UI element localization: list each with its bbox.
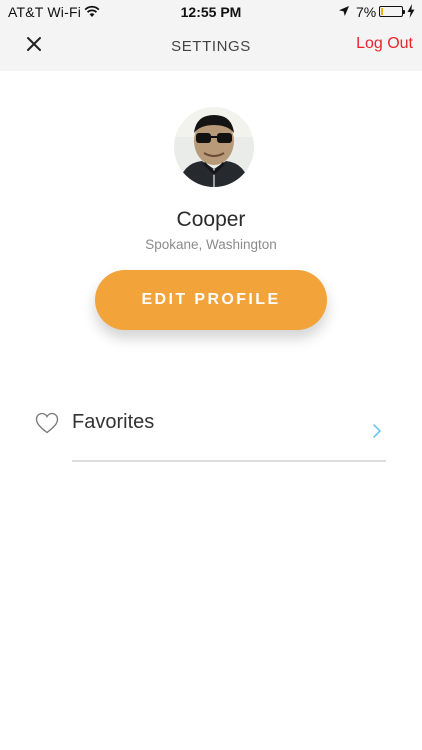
battery-icon bbox=[379, 6, 405, 17]
avatar bbox=[174, 107, 254, 187]
heart-icon bbox=[35, 412, 59, 434]
chevron-right-icon bbox=[373, 424, 381, 438]
battery-percent: 7% bbox=[356, 4, 377, 20]
nav-bar: SETTINGS Log Out bbox=[0, 24, 422, 71]
status-bar: AT&T Wi-Fi 12:55 PM 7% bbox=[0, 0, 422, 24]
logout-button[interactable]: Log Out bbox=[356, 35, 413, 53]
profile-location: Spokane, Washington bbox=[145, 237, 277, 252]
profile-name: Cooper bbox=[176, 208, 246, 231]
settings-screen: AT&T Wi-Fi 12:55 PM 7% SETTINGS Log Out … bbox=[0, 0, 422, 750]
charging-bolt-icon bbox=[407, 4, 415, 18]
edit-profile-button[interactable]: EDIT PROFILE bbox=[95, 270, 327, 330]
profile-photo bbox=[174, 107, 254, 187]
battery-level bbox=[381, 8, 383, 15]
top-bar: AT&T Wi-Fi 12:55 PM 7% SETTINGS Log Out bbox=[0, 0, 422, 71]
location-arrow-icon bbox=[339, 6, 349, 16]
list-item-favorites[interactable]: Favorites bbox=[0, 395, 422, 465]
divider bbox=[72, 460, 386, 462]
favorites-label: Favorites bbox=[72, 411, 155, 433]
